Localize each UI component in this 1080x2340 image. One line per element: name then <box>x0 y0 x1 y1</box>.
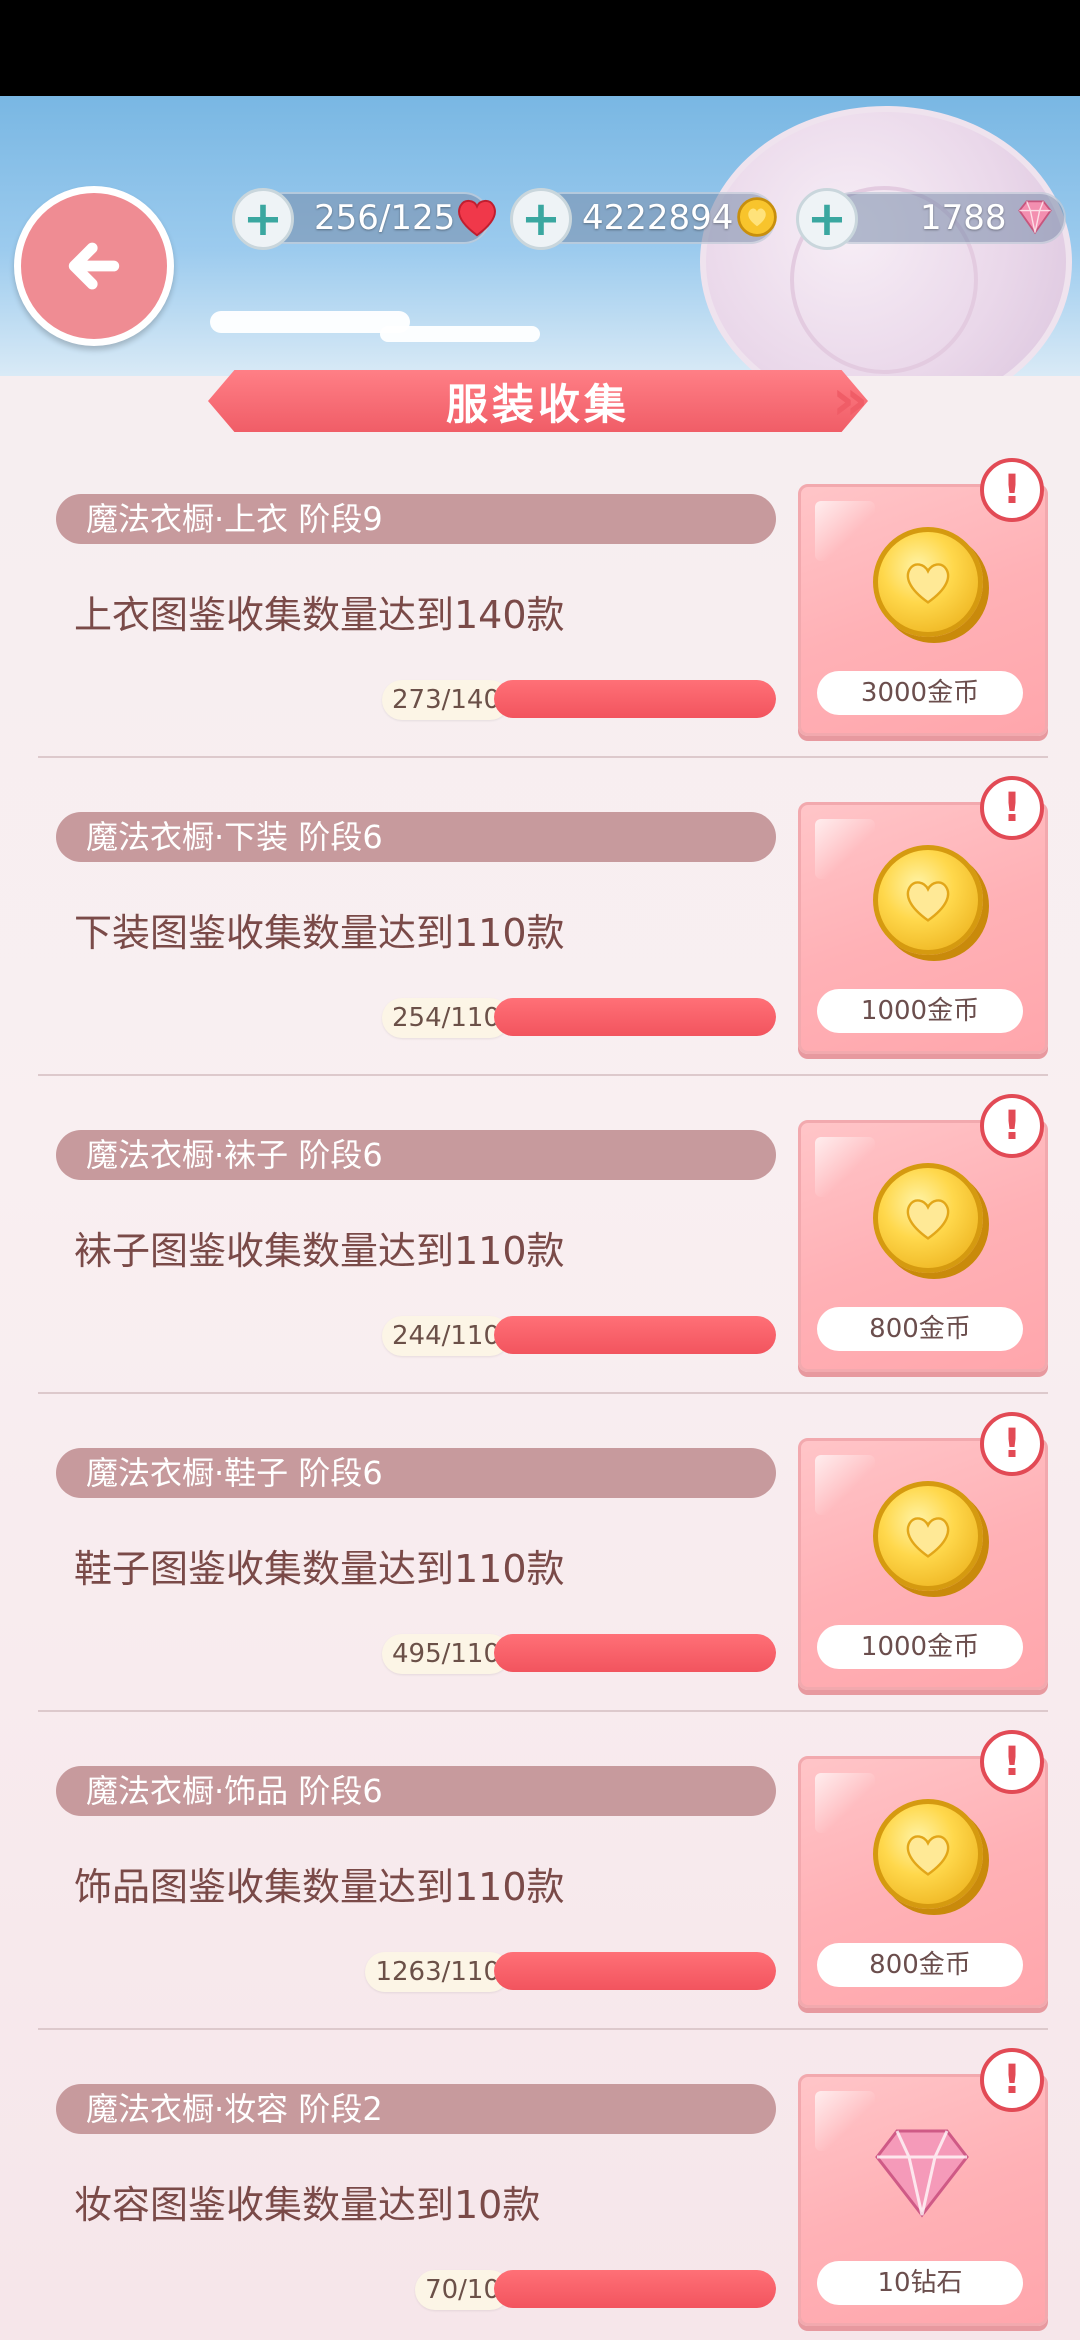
diamond-icon <box>867 2121 977 2221</box>
reward-label: 10钻石 <box>817 2261 1023 2305</box>
heart-icon <box>452 192 502 242</box>
task-header: 魔法衣橱·下装 阶段6 <box>56 812 776 862</box>
alert-icon: ! <box>980 1412 1044 1476</box>
divider <box>38 2028 1048 2030</box>
progress-bar <box>494 1316 776 1354</box>
task-description: 妆容图鉴收集数量达到10款 <box>74 2183 541 2227</box>
progress-bar <box>494 680 776 718</box>
task-description: 饰品图鉴收集数量达到110款 <box>74 1865 565 1909</box>
reward-label: 3000金币 <box>817 671 1023 715</box>
alert-icon: ! <box>980 1094 1044 1158</box>
gold-coin-icon <box>732 192 782 242</box>
divider <box>38 756 1048 758</box>
alert-icon: ! <box>980 458 1044 522</box>
task-header: 魔法衣橱·鞋子 阶段6 <box>56 1448 776 1498</box>
gold-coin-icon <box>873 1481 983 1591</box>
add-gold-button[interactable]: + <box>510 188 572 250</box>
task-row: 魔法衣橱·妆容 阶段2 妆容图鉴收集数量达到10款 70/10 10钻石 ! <box>38 2048 1048 2340</box>
gold-coin-icon <box>873 845 983 955</box>
task-description: 袜子图鉴收集数量达到110款 <box>74 1229 565 1273</box>
gold-coin-icon <box>873 1163 983 1273</box>
divider <box>38 1710 1048 1712</box>
progress-count: 254/110 <box>381 998 510 1038</box>
gold-value: 4222894 <box>582 198 734 238</box>
add-diamond-button[interactable]: + <box>796 188 858 250</box>
diamond-icon <box>1010 192 1060 242</box>
divider <box>38 1392 1048 1394</box>
back-button[interactable] <box>14 186 174 346</box>
progress-count: 1263/110 <box>365 1952 510 1992</box>
divider <box>38 1074 1048 1076</box>
task-row: 魔法衣橱·饰品 阶段6 饰品图鉴收集数量达到110款 1263/110 800金… <box>38 1730 1048 2084</box>
alert-icon: ! <box>980 2048 1044 2112</box>
task-description: 下装图鉴收集数量达到110款 <box>74 911 565 955</box>
stamina-value: 256/125 <box>314 198 456 238</box>
back-arrow-icon <box>68 242 120 290</box>
page-title: 服装收集 <box>445 379 630 429</box>
gold-coin-icon <box>873 527 983 637</box>
reward-label: 800金币 <box>817 1943 1023 1987</box>
banner-chevron-right: » <box>832 368 869 433</box>
page-title-banner: 服装收集 <box>208 370 868 432</box>
add-stamina-button[interactable]: + <box>232 188 294 250</box>
gold-coin-icon <box>873 1799 983 1909</box>
progress-count: 273/140 <box>381 680 510 720</box>
progress-bar <box>494 1634 776 1672</box>
task-row: 魔法衣橱·上衣 阶段9 上衣图鉴收集数量达到140款 273/140 3000金… <box>38 458 1048 812</box>
alert-icon: ! <box>980 1730 1044 1794</box>
progress-bar <box>494 998 776 1036</box>
reward-label: 800金币 <box>817 1307 1023 1351</box>
task-header: 魔法衣橱·妆容 阶段2 <box>56 2084 776 2134</box>
task-row: 魔法衣橱·袜子 阶段6 袜子图鉴收集数量达到110款 244/110 800金币… <box>38 1094 1048 1448</box>
progress-bar <box>494 2270 776 2308</box>
progress-bar <box>494 1952 776 1990</box>
task-header: 魔法衣橱·袜子 阶段6 <box>56 1130 776 1180</box>
task-description: 上衣图鉴收集数量达到140款 <box>74 593 565 637</box>
task-header: 魔法衣橱·饰品 阶段6 <box>56 1766 776 1816</box>
alert-icon: ! <box>980 776 1044 840</box>
reward-label: 1000金币 <box>817 989 1023 1033</box>
progress-count: 495/110 <box>381 1634 510 1674</box>
status-bar <box>0 0 1080 96</box>
task-header: 魔法衣橱·上衣 阶段9 <box>56 494 776 544</box>
progress-count: 244/110 <box>381 1316 510 1356</box>
reward-label: 1000金币 <box>817 1625 1023 1669</box>
diamond-value: 1788 <box>920 198 1007 238</box>
task-description: 鞋子图鉴收集数量达到110款 <box>74 1547 565 1591</box>
task-row: 魔法衣橱·下装 阶段6 下装图鉴收集数量达到110款 254/110 1000金… <box>38 776 1048 1130</box>
task-row: 魔法衣橱·鞋子 阶段6 鞋子图鉴收集数量达到110款 495/110 1000金… <box>38 1412 1048 1766</box>
